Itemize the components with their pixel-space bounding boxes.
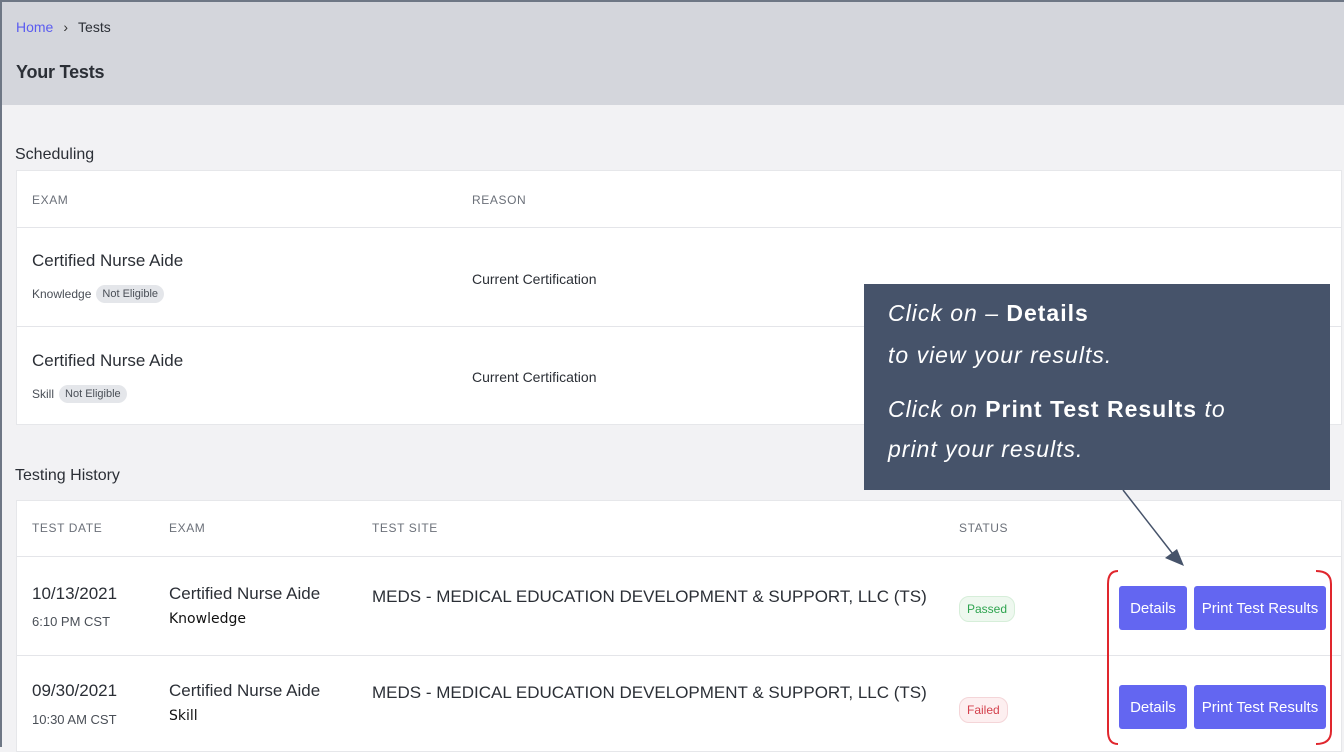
scheduling-section-title: Scheduling (15, 146, 95, 163)
testing-history-table: TEST DATE EXAM TEST SITE STATUS 10/13/20… (16, 500, 1342, 752)
divider (17, 655, 1341, 656)
print-test-results-button[interactable]: Print Test Results (1194, 685, 1326, 729)
details-button[interactable]: Details (1119, 685, 1187, 729)
callout-line-2: to view your results. (888, 342, 1113, 368)
page-header: Home › Tests Your Tests (2, 2, 1344, 105)
exam-type: Skill (32, 387, 55, 401)
exam-type: Knowledge (169, 611, 246, 627)
reason-text: Current Certification (472, 271, 597, 287)
column-header-test-site: TEST SITE (372, 521, 438, 535)
reason-text: Current Certification (472, 369, 597, 385)
column-header-exam: EXAM (169, 521, 206, 535)
eligibility-badge: Not Eligible (96, 285, 165, 303)
exam-type: Knowledge (32, 287, 92, 301)
exam-name: Certified Nurse Aide (169, 681, 321, 700)
exam-type-row: Skill Not Eligible (32, 385, 127, 403)
exam-name: Certified Nurse Aide (32, 351, 184, 370)
callout-text: to (1204, 396, 1226, 422)
column-header-exam: EXAM (32, 193, 69, 207)
test-date: 09/30/2021 (32, 681, 118, 700)
status-badge-failed: Failed (959, 697, 1008, 723)
callout-text: Click on – (888, 300, 999, 326)
test-time: 6:10 PM CST (32, 614, 111, 629)
breadcrumb-current: Tests (78, 19, 111, 35)
exam-name: Certified Nurse Aide (169, 584, 321, 603)
callout-details-label: Details (1006, 300, 1089, 326)
testing-history-section-title: Testing History (15, 467, 120, 484)
test-site: MEDS - MEDICAL EDUCATION DEVELOPMENT & S… (372, 683, 927, 702)
breadcrumb-home-link[interactable]: Home (16, 19, 53, 35)
instruction-callout: Click on – Details to view your results.… (864, 284, 1330, 490)
chevron-right-icon: › (63, 19, 69, 35)
details-button[interactable]: Details (1119, 586, 1187, 630)
breadcrumb: Home › Tests (16, 19, 111, 35)
callout-line-4: print your results. (888, 436, 1084, 462)
exam-type-row: Knowledge Not Eligible (32, 285, 165, 303)
test-site: MEDS - MEDICAL EDUCATION DEVELOPMENT & S… (372, 587, 927, 606)
column-header-reason: REASON (472, 193, 527, 207)
callout-text: Click on (888, 396, 978, 422)
divider (17, 227, 1341, 228)
callout-print-label: Print Test Results (985, 396, 1198, 422)
eligibility-badge: Not Eligible (59, 385, 127, 403)
print-test-results-button[interactable]: Print Test Results (1194, 586, 1326, 630)
callout-line-1: Click on – Details (888, 300, 1089, 327)
column-header-test-date: TEST DATE (32, 521, 103, 535)
test-time: 10:30 AM CST (32, 712, 117, 727)
page-title: Your Tests (16, 62, 105, 82)
exam-type: Skill (169, 708, 198, 724)
exam-name: Certified Nurse Aide (32, 251, 184, 270)
divider (17, 556, 1341, 557)
test-date: 10/13/2021 (32, 584, 118, 603)
status-badge-passed: Passed (959, 596, 1016, 622)
column-header-status: STATUS (959, 521, 1009, 535)
callout-line-3: Click on Print Test Results to (888, 396, 1226, 423)
